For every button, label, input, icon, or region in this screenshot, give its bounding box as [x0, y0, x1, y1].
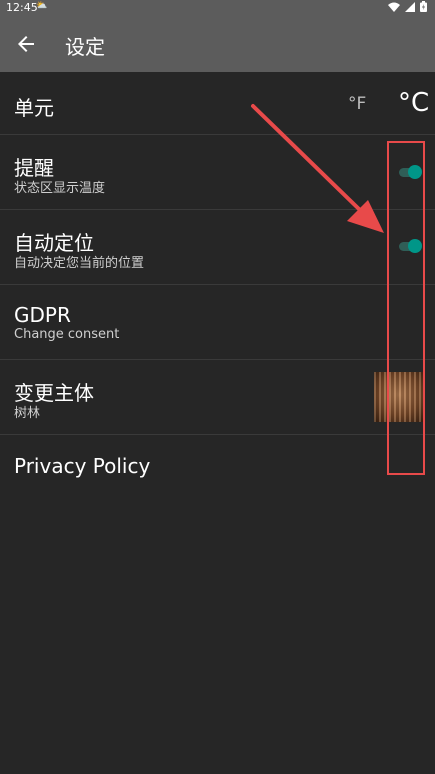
notification-icon: ⛅	[36, 1, 48, 11]
setting-subtitle: 自动决定您当前的位置	[14, 256, 145, 271]
setting-subtitle: 树林	[14, 406, 41, 421]
setting-auto-locate[interactable]: 自动定位 自动决定您当前的位置	[0, 210, 435, 285]
page-title: 设定	[65, 35, 105, 59]
unit-fahrenheit-option[interactable]: °F	[348, 94, 366, 114]
annotation-highlight-box	[387, 141, 425, 475]
setting-theme[interactable]: 变更主体 树林	[0, 360, 435, 435]
app-bar: 设定	[0, 16, 435, 72]
setting-gdpr[interactable]: GDPR Change consent	[0, 285, 435, 360]
setting-subtitle: Change consent	[14, 327, 120, 342]
setting-privacy-policy[interactable]: Privacy Policy	[0, 435, 435, 497]
signal-icon	[405, 1, 415, 15]
setting-title: GDPR	[14, 303, 71, 327]
setting-title: Privacy Policy	[14, 454, 151, 478]
status-bar: 12:45 ⛅	[0, 0, 435, 16]
setting-subtitle: 状态区显示温度	[14, 181, 106, 196]
arrow-back-icon[interactable]	[14, 32, 38, 56]
battery-icon	[420, 1, 427, 15]
setting-title: 单元	[14, 96, 54, 120]
setting-reminder[interactable]: 提醒 状态区显示温度	[0, 135, 435, 210]
status-time: 12:45	[6, 1, 38, 14]
setting-unit[interactable]: 单元 °F °C	[0, 72, 435, 135]
status-icons	[388, 1, 427, 15]
unit-celsius-option[interactable]: °C	[398, 88, 429, 118]
wifi-icon	[388, 2, 400, 15]
